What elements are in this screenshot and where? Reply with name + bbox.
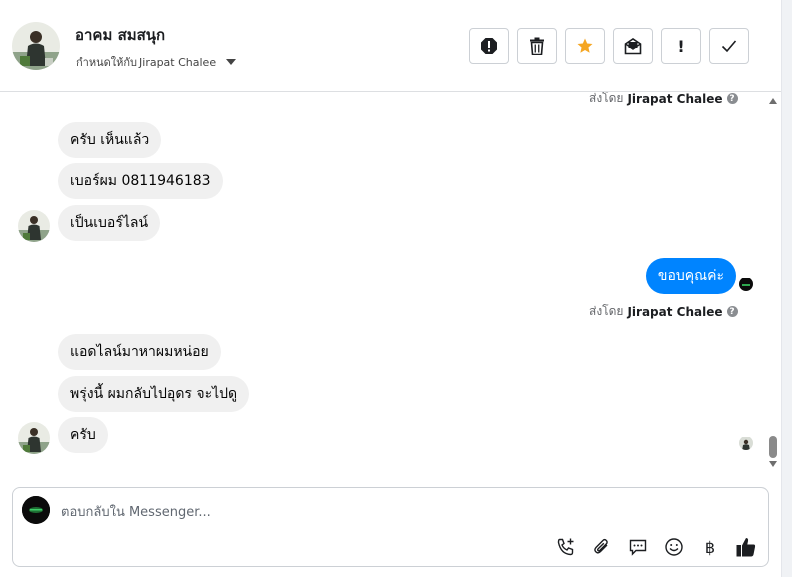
sent-by-label: ส่งโดย [589, 304, 624, 318]
thread-scrollbar[interactable] [768, 92, 780, 475]
assignment-dropdown[interactable]: กำหนดให้กับ Jirapat Chalee [76, 53, 237, 71]
inbox-conversation-panel: อาคม สมสนุก กำหนดให้กับ Jirapat Chalee !… [0, 0, 781, 577]
incoming-message[interactable]: แอดไลน์มาหาผมหน่อย [58, 334, 221, 370]
trash-icon [530, 37, 544, 55]
mark-unread-icon [624, 38, 642, 55]
conversation-toolbar: ! [469, 28, 749, 64]
contact-avatar-small [18, 210, 50, 242]
sent-by-label: ส่งโดย [589, 92, 624, 105]
like-icon[interactable] [735, 536, 757, 558]
composer-actions: ฿ [555, 536, 757, 558]
call-add-icon[interactable] [555, 536, 577, 558]
incoming-message[interactable]: เป็นเบอร์ไลน์ [58, 205, 161, 241]
message-thread[interactable]: ส่งโดย Jirapat Chalee ? ครับ เห็นแล้ว เบ… [0, 92, 768, 475]
outgoing-message[interactable]: ขอบคุณค่ะ [645, 258, 736, 294]
page-seen-avatar [739, 277, 753, 291]
contact-name: อาคม สมสนุก [75, 26, 166, 44]
assignee-name: Jirapat Chalee [139, 55, 217, 69]
assign-prefix: กำหนดให้กับ [76, 56, 138, 69]
delete-button[interactable] [517, 28, 557, 64]
sent-by-note: ส่งโดย Jirapat Chalee ? [589, 92, 738, 108]
page-avatar [22, 496, 50, 524]
sender-name: Jirapat Chalee [627, 304, 723, 319]
chevron-down-icon [226, 59, 237, 65]
done-icon [721, 40, 737, 53]
sent-by-note: ส่งโดย Jirapat Chalee ? [589, 302, 738, 321]
incoming-message[interactable]: พรุ่งนี้ ผมกลับไปอุดร จะไปดู [58, 376, 250, 412]
sender-name: Jirapat Chalee [627, 92, 723, 106]
spam-icon [481, 38, 497, 54]
scroll-up-arrow-icon[interactable] [769, 98, 777, 104]
flag-icon: ! [677, 36, 685, 56]
incoming-message[interactable]: ครับ เห็นแล้ว [58, 122, 162, 158]
incoming-message[interactable]: เบอร์ผม 0811946183 [58, 163, 223, 199]
incoming-message[interactable]: ครับ [58, 417, 108, 453]
mark-spam-button[interactable] [469, 28, 509, 64]
conversation-header: อาคม สมสนุก กำหนดให้กับ Jirapat Chalee ! [0, 0, 781, 92]
star-icon [577, 38, 593, 53]
mark-done-button[interactable] [709, 28, 749, 64]
attach-icon[interactable] [591, 536, 613, 558]
help-icon[interactable]: ? [726, 306, 738, 317]
contact-seen-avatar [739, 436, 753, 450]
baht-icon[interactable]: ฿ [699, 536, 721, 558]
reply-input[interactable] [61, 500, 701, 524]
mark-unread-button[interactable] [613, 28, 653, 64]
reply-composer: ฿ [12, 487, 769, 567]
help-icon[interactable]: ? [726, 93, 738, 104]
star-button[interactable] [565, 28, 605, 64]
follow-up-button[interactable]: ! [661, 28, 701, 64]
contact-avatar[interactable] [12, 22, 60, 70]
scroll-down-arrow-icon[interactable] [769, 461, 777, 467]
scroll-thumb[interactable] [769, 436, 777, 458]
saved-replies-icon[interactable] [627, 536, 649, 558]
emoji-icon[interactable] [663, 536, 685, 558]
contact-avatar-small [18, 422, 50, 454]
page-scrollbar-track[interactable] [781, 0, 792, 577]
